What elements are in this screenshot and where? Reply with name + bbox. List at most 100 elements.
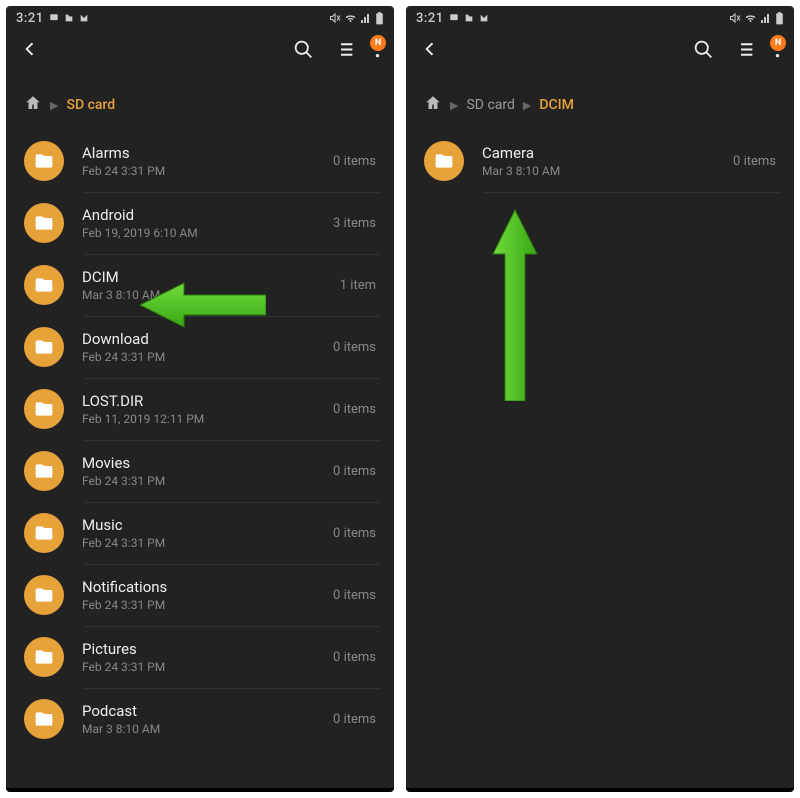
app-bar: N bbox=[6, 28, 394, 74]
folder-name: LOST.DIR bbox=[82, 392, 333, 410]
battery-icon bbox=[775, 12, 784, 25]
app-bar: N bbox=[406, 28, 794, 74]
folder-count: 0 items bbox=[333, 464, 376, 479]
folder-icon bbox=[24, 637, 64, 677]
wifi-icon bbox=[344, 12, 357, 24]
folder-icon bbox=[24, 451, 64, 491]
notification-badge: N bbox=[370, 35, 386, 51]
folder-date: Mar 3 8:10 AM bbox=[82, 722, 333, 736]
folder-name: Movies bbox=[82, 454, 333, 472]
breadcrumb-sd-card[interactable]: SD card bbox=[66, 97, 115, 113]
folder-date: Mar 3 8:10 AM bbox=[482, 164, 733, 178]
wifi-icon bbox=[744, 12, 757, 24]
folder-podcast[interactable]: Podcast Mar 3 8:10 AM 0 items bbox=[6, 688, 394, 750]
folder-count: 0 items bbox=[333, 650, 376, 665]
menu-button[interactable]: N bbox=[775, 39, 780, 63]
chevron-right-icon: ▶ bbox=[50, 99, 58, 112]
chevron-right-icon: ▶ bbox=[523, 99, 531, 112]
list-icon bbox=[334, 39, 355, 60]
folder-count: 3 items bbox=[333, 216, 376, 231]
status-bar: 3:21 bbox=[6, 6, 394, 28]
breadcrumb-dcim[interactable]: DCIM bbox=[539, 97, 574, 113]
folder-count: 0 items bbox=[333, 402, 376, 417]
folder-count: 0 items bbox=[333, 588, 376, 603]
back-button[interactable] bbox=[420, 39, 440, 63]
folder-name: Alarms bbox=[82, 144, 333, 162]
folder-name: DCIM bbox=[82, 268, 340, 286]
folder-lostdir[interactable]: LOST.DIR Feb 11, 2019 12:11 PM 0 items bbox=[6, 378, 394, 440]
breadcrumb: ▶ SD card bbox=[6, 74, 394, 130]
folder-name: Download bbox=[82, 330, 333, 348]
folder-alarms[interactable]: Alarms Feb 24 3:31 PM 0 items bbox=[6, 130, 394, 192]
folder-dcim[interactable]: DCIM Mar 3 8:10 AM 1 item bbox=[6, 254, 394, 316]
folder-movies[interactable]: Movies Feb 24 3:31 PM 0 items bbox=[6, 440, 394, 502]
home-button[interactable] bbox=[24, 94, 42, 116]
folder-count: 0 items bbox=[333, 340, 376, 355]
status-mail-icon bbox=[79, 13, 89, 23]
folder-count: 0 items bbox=[333, 712, 376, 727]
folder-icon bbox=[24, 265, 64, 305]
folder-name: Podcast bbox=[82, 702, 333, 720]
folder-pictures[interactable]: Pictures Feb 24 3:31 PM 0 items bbox=[6, 626, 394, 688]
search-icon bbox=[693, 39, 714, 60]
folder-icon bbox=[24, 203, 64, 243]
breadcrumb-sd-card[interactable]: SD card bbox=[466, 97, 514, 113]
battery-icon bbox=[375, 12, 384, 25]
folder-name: Android bbox=[82, 206, 333, 224]
home-icon bbox=[424, 94, 442, 112]
signal-icon bbox=[360, 12, 372, 24]
search-button[interactable] bbox=[693, 39, 714, 64]
view-toggle-button[interactable] bbox=[334, 39, 355, 64]
search-button[interactable] bbox=[293, 39, 314, 64]
status-folder-icon bbox=[64, 13, 74, 23]
folder-icon bbox=[424, 141, 464, 181]
folder-icon bbox=[24, 575, 64, 615]
chevron-right-icon: ▶ bbox=[450, 99, 458, 112]
folder-music[interactable]: Music Feb 24 3:31 PM 0 items bbox=[6, 502, 394, 564]
folder-date: Feb 24 3:31 PM bbox=[82, 660, 333, 674]
phone-screen-left: 3:21 N bbox=[6, 6, 394, 792]
phone-screen-right: 3:21 N bbox=[406, 6, 794, 792]
folder-name: Music bbox=[82, 516, 333, 534]
status-notif-icon bbox=[49, 13, 59, 23]
mute-icon bbox=[729, 12, 741, 24]
view-toggle-button[interactable] bbox=[734, 39, 755, 64]
folder-camera[interactable]: Camera Mar 3 8:10 AM 0 items bbox=[406, 130, 794, 192]
folder-date: Mar 3 8:10 AM bbox=[82, 288, 340, 302]
folder-count: 0 items bbox=[733, 154, 776, 169]
folder-icon bbox=[24, 699, 64, 739]
folder-notifications[interactable]: Notifications Feb 24 3:31 PM 0 items bbox=[6, 564, 394, 626]
folder-count: 0 items bbox=[333, 154, 376, 169]
signal-icon bbox=[760, 12, 772, 24]
folder-count: 0 items bbox=[333, 526, 376, 541]
status-notif-icon bbox=[449, 13, 459, 23]
back-button[interactable] bbox=[20, 39, 40, 63]
status-mail-icon bbox=[479, 13, 489, 23]
folder-date: Feb 24 3:31 PM bbox=[82, 536, 333, 550]
folder-name: Notifications bbox=[82, 578, 333, 596]
status-bar: 3:21 bbox=[406, 6, 794, 28]
status-time: 3:21 bbox=[16, 11, 44, 26]
divider bbox=[484, 192, 780, 193]
folder-icon bbox=[24, 141, 64, 181]
list-icon bbox=[734, 39, 755, 60]
folder-list[interactable]: Alarms Feb 24 3:31 PM 0 items Android Fe… bbox=[6, 130, 394, 788]
home-icon bbox=[24, 94, 42, 112]
folder-name: Camera bbox=[482, 144, 733, 162]
status-time: 3:21 bbox=[416, 11, 444, 26]
search-icon bbox=[293, 39, 314, 60]
notification-badge: N bbox=[770, 35, 786, 51]
folder-date: Feb 24 3:31 PM bbox=[82, 474, 333, 488]
folder-android[interactable]: Android Feb 19, 2019 6:10 AM 3 items bbox=[6, 192, 394, 254]
folder-icon bbox=[24, 389, 64, 429]
folder-date: Feb 24 3:31 PM bbox=[82, 164, 333, 178]
folder-list[interactable]: Camera Mar 3 8:10 AM 0 items bbox=[406, 130, 794, 788]
home-button[interactable] bbox=[424, 94, 442, 116]
folder-icon bbox=[24, 513, 64, 553]
mute-icon bbox=[329, 12, 341, 24]
status-folder-icon bbox=[464, 13, 474, 23]
menu-button[interactable]: N bbox=[375, 39, 380, 63]
folder-download[interactable]: Download Feb 24 3:31 PM 0 items bbox=[6, 316, 394, 378]
folder-date: Feb 19, 2019 6:10 AM bbox=[82, 226, 333, 240]
folder-icon bbox=[24, 327, 64, 367]
